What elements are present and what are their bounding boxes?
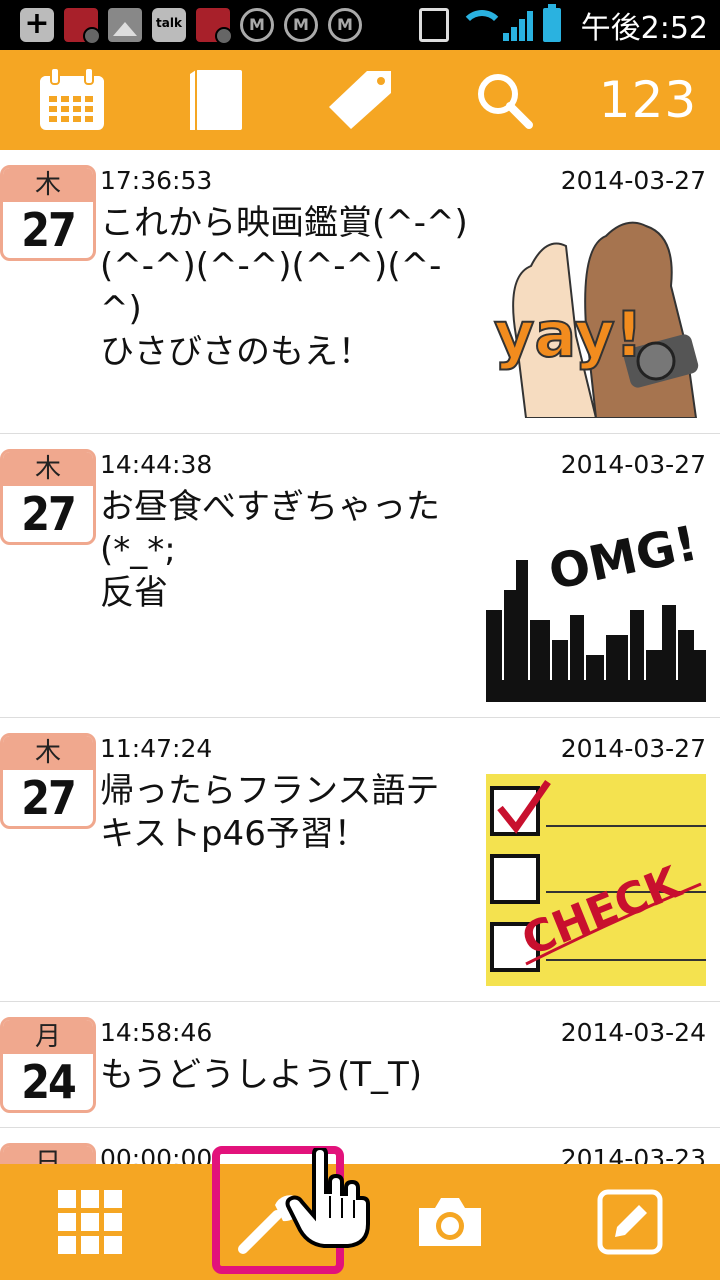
notification-icons: talk: [20, 6, 362, 45]
day-number: 27: [21, 203, 77, 257]
m-icon-2: [284, 8, 318, 42]
entry-text: もうどうしよう(T_T): [100, 1055, 423, 1095]
diary-list[interactable]: 木 27 17:36:53 2014-03-27 これから映画鑑賞(^-^)(^…: [0, 150, 720, 1164]
entry-date: 2014-03-23: [560, 1144, 706, 1164]
calendar-badge: 木 27: [0, 449, 96, 545]
entry-date: 2014-03-27: [560, 450, 706, 479]
camera-button[interactable]: [360, 1164, 540, 1280]
notebook-button[interactable]: [144, 50, 288, 150]
omg-sticker-icon: OMG!: [486, 490, 706, 702]
day-number: 27: [21, 771, 77, 825]
hand-pointer-icon: [285, 1148, 370, 1248]
calendar-button[interactable]: [0, 50, 144, 150]
m-icon-3: [328, 8, 362, 42]
check-sticker-icon: CHECK: [486, 774, 706, 986]
day-number: 27: [21, 487, 77, 541]
entry-date: 2014-03-24: [560, 1018, 706, 1047]
notebook-icon: [190, 70, 242, 130]
entry-date: 2014-03-27: [560, 166, 706, 195]
weekday-label: 木: [3, 168, 93, 202]
entry-count-label: 123: [598, 71, 698, 129]
weekday-label: 木: [3, 736, 93, 770]
list-item[interactable]: 月 24 14:58:46 2014-03-24 もうどうしよう(T_T): [0, 1002, 720, 1128]
svg-text:yay!: yay!: [494, 298, 643, 371]
calendar-badge: 日 23: [0, 1143, 96, 1164]
entry-time: 00:00:00: [100, 1144, 213, 1164]
day-number: 24: [21, 1055, 77, 1109]
compose-button[interactable]: [540, 1164, 720, 1280]
entry-date: 2014-03-27: [560, 734, 706, 763]
weekday-label: 月: [3, 1020, 93, 1054]
app-notification-icon: [64, 8, 101, 45]
edit-icon: [597, 1189, 663, 1255]
entry-text: お昼食べすぎちゃった(*_*; 反省: [100, 487, 440, 613]
weekday-label: 木: [3, 452, 93, 486]
camera-icon: [419, 1198, 481, 1246]
m-icon: [240, 8, 274, 42]
yay-sticker-icon: yay!: [486, 206, 706, 418]
system-icons: 午後2:52: [418, 0, 708, 50]
entry-time: 11:47:24: [100, 734, 213, 763]
add-icon: [20, 6, 54, 42]
weekday-label: 日: [3, 1146, 93, 1164]
tag-icon: [329, 71, 391, 129]
list-item[interactable]: 木 27 14:44:38 2014-03-27 お昼食べすぎちゃった(*_*;…: [0, 434, 720, 718]
calendar-badge: 木 27: [0, 733, 96, 829]
entry-count[interactable]: 123: [576, 50, 720, 150]
entry-time: 17:36:53: [100, 166, 213, 195]
talk-icon: talk: [152, 8, 186, 42]
entry-time: 14:44:38: [100, 450, 213, 479]
grid-icon: [58, 1190, 122, 1254]
battery-icon: [542, 4, 561, 42]
calendar-badge: 月 24: [0, 1017, 96, 1113]
list-item[interactable]: 木 27 11:47:24 2014-03-27 帰ったらフランス語テキストp4…: [0, 718, 720, 1002]
top-toolbar: 123: [0, 50, 720, 150]
nfc-icon: [418, 8, 449, 42]
image-icon: [108, 8, 142, 42]
wifi-icon: [458, 10, 505, 40]
entry-text: これから映画鑑賞(^-^)(^-^)(^-^)(^-^)(^-^) ひさびさのも…: [100, 203, 468, 372]
app-notification-icon-2: [196, 8, 233, 45]
clock: 午後2:52: [580, 11, 708, 46]
search-icon: [478, 74, 533, 129]
search-button[interactable]: [432, 50, 576, 150]
signal-icon: [502, 9, 533, 41]
entry-text: 帰ったらフランス語テキストp46予習！: [100, 771, 440, 854]
status-bar: talk 午後2:52: [0, 0, 720, 50]
menu-button[interactable]: [0, 1164, 180, 1280]
list-item[interactable]: 木 27 17:36:53 2014-03-27 これから映画鑑賞(^-^)(^…: [0, 150, 720, 434]
entry-time: 14:58:46: [100, 1018, 213, 1047]
tag-button[interactable]: [288, 50, 432, 150]
calendar-icon: [40, 68, 104, 130]
calendar-badge: 木 27: [0, 165, 96, 261]
